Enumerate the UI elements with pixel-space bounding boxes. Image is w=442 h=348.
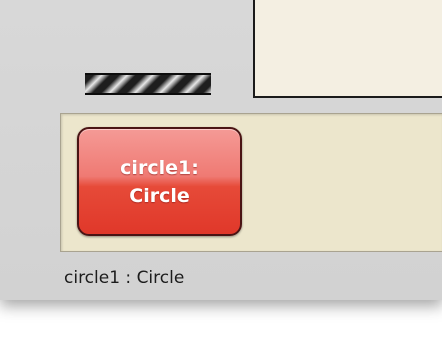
app-window: circle1: Circle circle1 : Circle — [0, 0, 442, 300]
object-name-label: circle1: — [120, 156, 199, 179]
object-button-circle1[interactable]: circle1: Circle — [77, 127, 242, 236]
canvas-area[interactable] — [253, 0, 442, 98]
splitter-handle[interactable] — [85, 73, 211, 95]
object-type-label: Circle — [129, 184, 190, 207]
status-bar-text: circle1 : Circle — [64, 268, 185, 288]
